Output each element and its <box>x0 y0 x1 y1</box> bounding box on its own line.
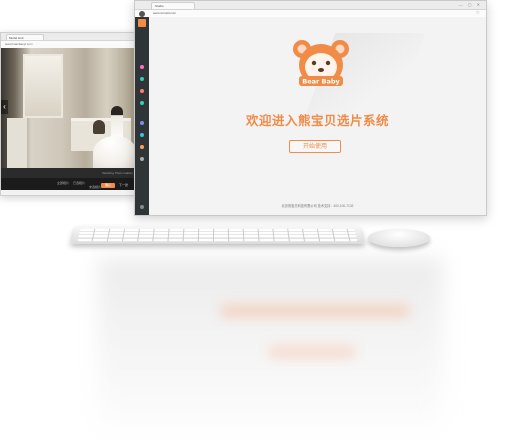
sidebar-item-3-icon[interactable] <box>140 89 144 93</box>
welcome-panel: Bear Baby 欢迎进入熊宝贝选片系统 开始使用 北京熊宝贝科技有限公司 技… <box>149 17 486 215</box>
screen-reflection <box>98 258 443 428</box>
window-controls[interactable]: — ▢ ✕ <box>459 2 482 8</box>
main-url-text[interactable]: www.xinruiid.com <box>153 11 273 16</box>
filter-all[interactable]: 全部相片 <box>57 181 69 185</box>
photo-window <box>23 54 63 118</box>
photo-dress <box>93 136 137 168</box>
keyboard-keys <box>77 228 358 242</box>
keyboard <box>70 226 365 244</box>
confirm-button[interactable]: 确认 <box>101 183 115 188</box>
sidebar-item-7-icon[interactable] <box>140 145 144 149</box>
sidebar <box>135 17 149 215</box>
confirm-label: 确认 <box>104 183 111 187</box>
main-tab[interactable]: Studio <box>151 2 195 9</box>
reflection-button-blur <box>268 346 356 358</box>
main-tabbar: Studio — ▢ ✕ <box>135 1 486 10</box>
photo-chair <box>7 118 27 168</box>
logo-text: Bear Baby <box>302 78 340 86</box>
sidebar-item-4-icon[interactable] <box>140 101 144 105</box>
photo-clock <box>93 120 105 134</box>
photo-caption: Wedding Photo Gallery <box>102 171 133 175</box>
filter-unselected[interactable]: 未选相片 <box>89 185 101 189</box>
left-url-text[interactable]: www.huanbaoyl.com <box>5 42 65 46</box>
left-tabbar: Model Hub <box>1 33 137 41</box>
next-photo-link[interactable]: 下一张 <box>119 183 131 188</box>
sidebar-item-9-icon[interactable] <box>140 205 144 209</box>
sidebar-item-8-icon[interactable] <box>140 157 144 161</box>
sidebar-item-2-icon[interactable] <box>140 77 144 81</box>
start-button[interactable]: 开始使用 <box>289 140 341 153</box>
mouse <box>368 229 430 247</box>
filter-selected[interactable]: 已选相片 <box>73 181 85 185</box>
bear-baby-logo: Bear Baby <box>293 40 349 86</box>
sidebar-item-5-icon[interactable] <box>140 121 144 125</box>
main-browser-window: Studio — ▢ ✕ www.xinruiid.com ☆ Bear Bab… <box>134 0 487 216</box>
left-tab[interactable]: Model Hub <box>6 34 44 40</box>
wedding-photo: ‹ <box>1 48 137 168</box>
app-logo-icon[interactable] <box>138 19 146 27</box>
carousel-prev-icon[interactable]: ‹ <box>1 100 8 114</box>
welcome-title: 欢迎进入熊宝贝选片系统 <box>245 114 389 128</box>
sidebar-item-6-icon[interactable] <box>140 133 144 137</box>
sidebar-item-1-icon[interactable] <box>140 65 144 69</box>
photo-info-strip: Wedding Photo Gallery <box>1 168 137 178</box>
photo-action-row: 全部相片 已选相片 未选相片 确认 下一张 <box>1 178 137 190</box>
footer-text: 北京熊宝贝科技有限公司 技术支持：400-100-7132 <box>281 204 354 208</box>
reflection-title-blur <box>220 305 410 317</box>
star-icon[interactable]: ☆ <box>476 10 480 17</box>
left-browser-window: Model Hub www.huanbaoyl.com ‹ Wedding Ph… <box>0 32 138 196</box>
